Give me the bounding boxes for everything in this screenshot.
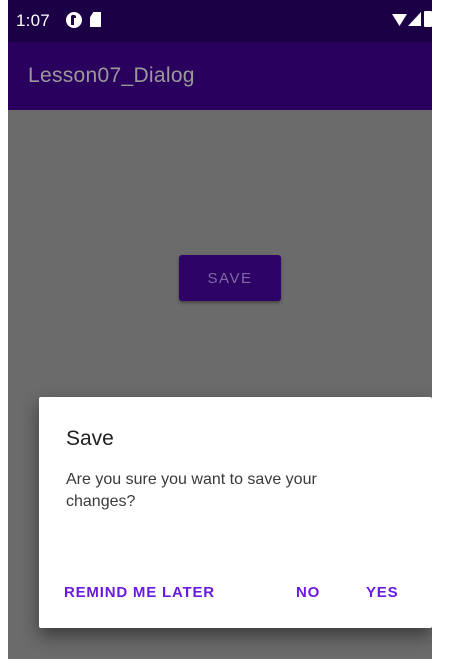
app-title: Lesson07_Dialog <box>28 64 195 87</box>
wifi-icon <box>392 14 407 26</box>
status-time: 1:07 <box>16 11 50 30</box>
no-button[interactable]: NO <box>296 580 320 604</box>
status-icons <box>388 11 432 31</box>
phone-screen: 1:07 Lesson07_Dialog SAVE Save Are you s… <box>8 0 432 659</box>
status-bar: 1:07 <box>8 0 432 42</box>
dialog-message: Are you sure you want to save your chang… <box>66 471 317 510</box>
notification-icon <box>66 12 82 28</box>
battery-icon <box>424 11 432 27</box>
save-dialog: Save Are you sure you want to save your … <box>39 397 432 628</box>
remind-me-later-button[interactable]: REMIND ME LATER <box>64 580 215 604</box>
app-bar: Lesson07_Dialog <box>8 42 432 110</box>
signal-icon <box>408 12 421 26</box>
yes-button[interactable]: YES <box>366 580 398 604</box>
save-button[interactable]: SAVE <box>179 255 281 301</box>
dialog-title: Save <box>66 427 114 450</box>
sd-card-icon <box>90 12 101 27</box>
